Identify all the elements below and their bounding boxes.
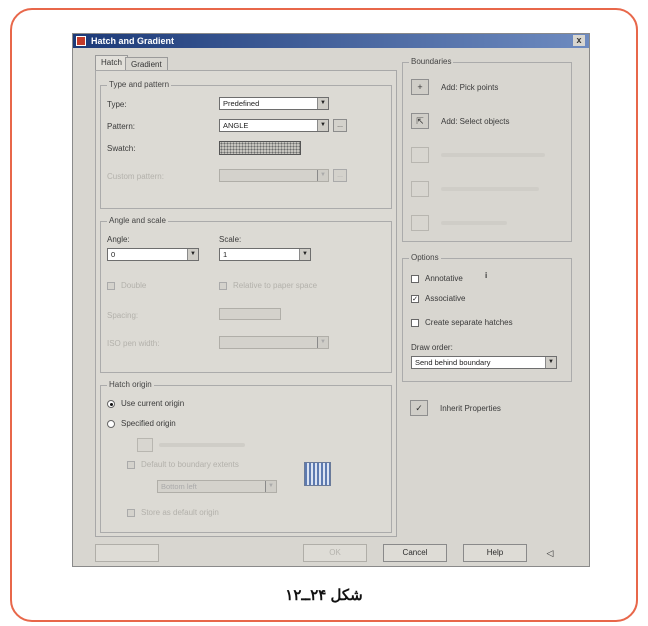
double-label: Double — [121, 281, 147, 290]
origin-preview-icon — [304, 462, 331, 486]
scale-label: Scale: — [219, 235, 242, 244]
figure-caption: شکل ۲۴ــ۱۲ — [285, 587, 363, 604]
set-origin-label — [159, 443, 245, 447]
double-checkbox[interactable] — [107, 282, 115, 290]
use-current-origin-radio[interactable] — [107, 400, 115, 408]
origin-position-value: Bottom left — [161, 482, 197, 491]
swatch-label: Swatch: — [107, 144, 136, 153]
separate-hatches-label: Create separate hatches — [425, 318, 513, 327]
origin-position-select[interactable]: Bottom left ▼ — [157, 480, 277, 493]
draw-order-label: Draw order: — [411, 343, 453, 352]
pattern-value: ANGLE — [223, 121, 249, 130]
type-label: Type: — [107, 100, 127, 109]
scale-select[interactable]: 1 ▼ — [219, 248, 311, 261]
add-pick-points-label[interactable]: Add: Pick points — [441, 83, 498, 92]
scale-value: 1 — [223, 250, 228, 259]
more-options-icon[interactable]: ◁ — [543, 546, 557, 560]
inherit-properties-icon[interactable]: ✓ — [410, 400, 428, 416]
custom-browse-button[interactable]: ... — [333, 169, 347, 182]
preview-button[interactable] — [95, 544, 159, 562]
cancel-button[interactable]: Cancel — [383, 544, 447, 562]
ok-button[interactable]: OK — [303, 544, 367, 562]
draw-order-value: Send behind boundary — [415, 358, 491, 367]
spacing-input[interactable] — [219, 308, 281, 320]
select-objects-icon[interactable]: ⇱ — [411, 113, 429, 129]
chevron-down-icon[interactable]: ▼ — [187, 249, 198, 260]
type-select[interactable]: Predefined ▼ — [219, 97, 329, 110]
chevron-down-icon[interactable]: ▼ — [317, 170, 328, 181]
chevron-down-icon[interactable]: ▼ — [299, 249, 310, 260]
window-title: Hatch and Gradient — [91, 36, 175, 46]
use-current-origin-label: Use current origin — [121, 399, 185, 408]
default-extents-label: Default to boundary extents — [141, 460, 239, 469]
chevron-down-icon[interactable]: ▼ — [317, 120, 328, 131]
chevron-down-icon[interactable]: ▼ — [545, 357, 556, 368]
store-default-checkbox[interactable] — [127, 509, 135, 517]
group-title: Type and pattern — [107, 80, 172, 89]
chevron-down-icon[interactable]: ▼ — [317, 337, 328, 348]
hatch-tab-panel: Type and pattern Type: Predefined ▼ Patt… — [95, 70, 397, 537]
tab-gradient[interactable]: Gradient — [125, 57, 168, 71]
separate-hatches-checkbox[interactable] — [411, 319, 419, 327]
pick-points-icon[interactable]: + — [411, 79, 429, 95]
angle-scale-group: Angle and scale Angle: 0 ▼ Scale: 1 ▼ Do… — [100, 216, 392, 373]
pattern-select[interactable]: ANGLE ▼ — [219, 119, 329, 132]
custom-pattern-label: Custom pattern: — [107, 172, 164, 181]
group-title: Boundaries — [409, 57, 454, 66]
group-title: Angle and scale — [107, 216, 168, 225]
custom-pattern-select[interactable]: ▼ — [219, 169, 329, 182]
draw-order-select[interactable]: Send behind boundary ▼ — [411, 356, 557, 369]
remove-boundaries-icon[interactable] — [411, 147, 429, 163]
chevron-down-icon[interactable]: ▼ — [317, 98, 328, 109]
type-value: Predefined — [223, 99, 260, 108]
app-icon — [76, 36, 86, 46]
inherit-properties-label[interactable]: Inherit Properties — [440, 404, 501, 413]
annotative-label: Annotative — [425, 274, 463, 283]
default-extents-checkbox[interactable] — [127, 461, 135, 469]
spacing-label: Spacing: — [107, 311, 139, 320]
annotative-checkbox[interactable] — [411, 275, 419, 283]
title-bar[interactable]: Hatch and Gradient x — [73, 34, 589, 48]
specified-origin-radio[interactable] — [107, 420, 115, 428]
info-icon[interactable]: i — [485, 271, 487, 280]
iso-pen-select[interactable]: ▼ — [219, 336, 329, 349]
associative-label: Associative — [425, 294, 466, 303]
options-group: Options Annotative i ✓ Associative Creat… — [402, 253, 572, 382]
group-title: Hatch origin — [107, 380, 154, 389]
hatch-origin-group: Hatch origin Use current origin Specifie… — [100, 380, 392, 533]
boundaries-group: Boundaries + Add: Pick points ⇱ Add: Sel… — [402, 57, 572, 242]
relative-paper-label: Relative to paper space — [233, 281, 318, 290]
hatch-gradient-dialog: Hatch and Gradient x Hatch Gradient Type… — [72, 33, 590, 567]
recreate-boundary-label — [441, 187, 539, 191]
close-icon[interactable]: x — [573, 35, 585, 46]
specified-origin-label: Specified origin — [121, 419, 176, 428]
angle-select[interactable]: 0 ▼ — [107, 248, 199, 261]
remove-boundaries-label — [441, 153, 545, 157]
set-origin-button[interactable] — [137, 438, 153, 452]
iso-pen-label: ISO pen width: — [107, 339, 160, 348]
help-button[interactable]: Help — [463, 544, 527, 562]
relative-paper-checkbox[interactable] — [219, 282, 227, 290]
pattern-label: Pattern: — [107, 122, 136, 131]
type-pattern-group: Type and pattern Type: Predefined ▼ Patt… — [100, 80, 392, 209]
pattern-swatch[interactable] — [219, 141, 301, 155]
chevron-down-icon[interactable]: ▼ — [265, 481, 276, 492]
store-default-label: Store as default origin — [141, 508, 219, 517]
add-select-objects-label[interactable]: Add: Select objects — [441, 117, 509, 126]
pattern-browse-button[interactable]: ... — [333, 119, 347, 132]
angle-value: 0 — [111, 250, 116, 259]
angle-label: Angle: — [107, 235, 130, 244]
group-title: Options — [409, 253, 441, 262]
associative-checkbox[interactable]: ✓ — [411, 295, 419, 303]
view-selections-icon[interactable] — [411, 215, 429, 231]
recreate-boundary-icon[interactable] — [411, 181, 429, 197]
tab-hatch[interactable]: Hatch — [95, 55, 128, 71]
view-selections-label — [441, 221, 507, 225]
